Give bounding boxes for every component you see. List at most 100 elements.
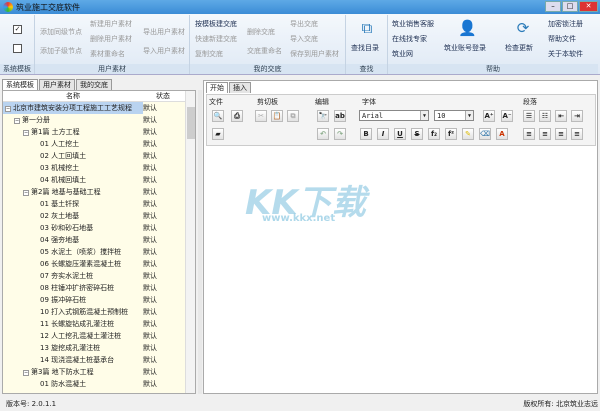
font-size-select[interactable]: 10 ▼ [434, 110, 474, 121]
new-from-template[interactable]: 按模板建交底 [195, 19, 237, 29]
tree-row[interactable]: 04 机械回填土 默认 [3, 174, 195, 186]
align-left-icon[interactable]: ≡ [523, 128, 535, 140]
highlight-icon[interactable]: ✎ [462, 128, 474, 140]
quick-new[interactable]: 快速新建交底 [195, 34, 237, 44]
tab-user-material[interactable]: 用户素材 [39, 79, 75, 90]
tree-row[interactable]: 03 机械挖土 默认 [3, 162, 195, 174]
rename-material[interactable]: 素材重命名 [90, 49, 125, 59]
tree-row[interactable]: 11 长螺旋钻成孔灌注桩 默认 [3, 318, 195, 330]
help-file-link[interactable]: 帮助文件 [548, 34, 576, 44]
tree-row[interactable]: − 第一分册 默认 [3, 114, 195, 126]
panel-splitter[interactable] [198, 90, 202, 394]
tab-my-disclosure[interactable]: 我的交底 [76, 79, 112, 90]
open-folder-icon[interactable]: ▰ [212, 128, 224, 140]
zhuye-net-link[interactable]: 筑业网 [392, 49, 413, 59]
tree-row[interactable]: 08 柱锤冲扩挤密碎石桩 默认 [3, 282, 195, 294]
tree-row[interactable]: 10 打入式钢筋混凝土预制桩 默认 [3, 306, 195, 318]
clear-format-icon[interactable]: ⌫ [479, 128, 491, 140]
close-button[interactable]: ✕ [579, 1, 598, 12]
tree-row[interactable]: 04 强夯地基 默认 [3, 234, 195, 246]
add-sibling-node[interactable]: 添加同级节点 [40, 27, 82, 37]
tree-row[interactable]: − 北京市建筑安装分项工程施工工艺规程 默认 [3, 102, 195, 114]
align-right-icon[interactable]: ≡ [555, 128, 567, 140]
tree-row[interactable]: 02 人工回填土 默认 [3, 150, 195, 162]
collapse-icon[interactable]: − [14, 118, 20, 124]
tab-insert[interactable]: 插入 [229, 82, 251, 93]
tree-row[interactable]: − 第2篇 地基与基础工程 默认 [3, 186, 195, 198]
tab-start[interactable]: 开始 [206, 82, 228, 93]
bullet-list-icon[interactable]: ☰ [523, 110, 535, 122]
tree-row[interactable]: − 第1篇 土方工程 默认 [3, 126, 195, 138]
copy-icon[interactable]: ⧉ [287, 110, 299, 122]
numbered-list-icon[interactable]: ☷ [539, 110, 551, 122]
tree-row[interactable]: 13 旋挖成孔灌注桩 默认 [3, 342, 195, 354]
replace-icon[interactable]: ab [334, 110, 346, 122]
import-disclosure[interactable]: 导入交底 [290, 34, 318, 44]
collapse-icon[interactable]: − [23, 130, 29, 136]
tree-row[interactable]: 06 长螺旋压灌素混凝土桩 默认 [3, 258, 195, 270]
export-material[interactable]: 导出用户素材 [143, 27, 185, 37]
tree-row[interactable]: 14 现浇混凝土桩基承台 默认 [3, 354, 195, 366]
delete-disclosure[interactable]: 删除交底 [247, 27, 275, 37]
sales-service-link[interactable]: 筑业销售客服 [392, 19, 434, 29]
italic-button[interactable]: I [377, 128, 389, 140]
register-lock-link[interactable]: 加密锁注册 [548, 19, 583, 29]
paste-icon[interactable]: 📋 [271, 110, 283, 122]
undo-icon[interactable]: ↶ [317, 128, 329, 140]
superscript-button[interactable]: f² [445, 128, 457, 140]
tree-row[interactable]: − 第3篇 地下防水工程 默认 [3, 366, 195, 378]
preview-icon[interactable]: 🔍 [212, 110, 224, 122]
tree-row[interactable]: 09 振冲碎石桩 默认 [3, 294, 195, 306]
rename-disclosure[interactable]: 交底重命名 [247, 46, 282, 56]
import-material[interactable]: 导入用户素材 [143, 46, 185, 56]
row-label: 第1篇 土方工程 [31, 128, 80, 136]
font-family-select[interactable]: Arial ▼ [359, 110, 429, 121]
export-disclosure[interactable]: 导出交底 [290, 19, 318, 29]
checkbox-unchecked[interactable] [13, 44, 22, 53]
tree-row[interactable]: 01 防水混凝土 默认 [3, 378, 195, 390]
tree-scrollbar[interactable] [185, 91, 195, 393]
minimize-button[interactable]: – [545, 1, 561, 12]
grow-font-icon[interactable]: A⁺ [483, 110, 495, 122]
login-button[interactable]: 筑业账号登录 [444, 43, 486, 53]
outdent-icon[interactable]: ⇤ [555, 110, 567, 122]
tree-row[interactable]: 02 灰土地基 默认 [3, 210, 195, 222]
ribbon: ✓ 系统模板 添加同级节点 添加子级节点 新建用户素材 删除用户素材 素材重命名… [0, 14, 600, 75]
collapse-icon[interactable]: − [23, 190, 29, 196]
find-icon[interactable]: 🔭 [317, 110, 329, 122]
collapse-icon[interactable]: − [23, 370, 29, 376]
subscript-button[interactable]: f₂ [428, 128, 440, 140]
tab-system-template[interactable]: 系统模板 [2, 79, 38, 90]
tree-row[interactable]: 01 人工挖土 默认 [3, 138, 195, 150]
bold-button[interactable]: B [360, 128, 372, 140]
shrink-font-icon[interactable]: A⁻ [501, 110, 513, 122]
font-color-icon[interactable]: A [496, 128, 508, 140]
scroll-thumb[interactable] [187, 107, 195, 139]
about-link[interactable]: 关于本软件 [548, 49, 583, 59]
find-catalog-button[interactable]: 查找目录 [351, 43, 379, 53]
checkbox-checked[interactable]: ✓ [13, 25, 22, 34]
redo-icon[interactable]: ↷ [334, 128, 346, 140]
underline-button[interactable]: U [394, 128, 406, 140]
copy-disclosure[interactable]: 复制交底 [195, 49, 223, 59]
add-child-node[interactable]: 添加子级节点 [40, 46, 82, 56]
new-material[interactable]: 新建用户素材 [90, 19, 132, 29]
delete-material[interactable]: 删除用户素材 [90, 34, 132, 44]
strikethrough-button[interactable]: S [411, 128, 423, 140]
cut-icon[interactable]: ✂ [255, 110, 267, 122]
maximize-button[interactable]: □ [562, 1, 578, 12]
tree-row[interactable]: 01 基土钎探 默认 [3, 198, 195, 210]
save-to-material[interactable]: 保存到用户素材 [290, 49, 339, 59]
row-label: 04 强夯地基 [40, 236, 80, 244]
tree-row[interactable]: 12 人工挖孔混凝土灌注桩 默认 [3, 330, 195, 342]
collapse-icon[interactable]: − [5, 106, 11, 112]
align-center-icon[interactable]: ≡ [539, 128, 551, 140]
find-expert-link[interactable]: 在线找专家 [392, 34, 427, 44]
tree-row[interactable]: 03 砂和砂石地基 默认 [3, 222, 195, 234]
tree-row[interactable]: 05 水泥土（喷浆）搅拌桩 默认 [3, 246, 195, 258]
print-icon[interactable]: ⎙ [231, 110, 243, 122]
check-update-button[interactable]: 检查更新 [505, 43, 533, 53]
justify-icon[interactable]: ≡ [571, 128, 583, 140]
indent-icon[interactable]: ⇥ [571, 110, 583, 122]
tree-row[interactable]: 07 夯实水泥土桩 默认 [3, 270, 195, 282]
